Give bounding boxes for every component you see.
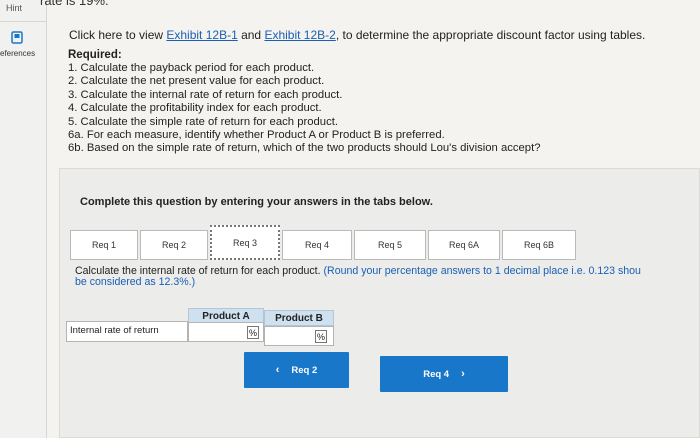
intro-suffix: , to determine the appropriate discount … (335, 28, 646, 42)
tab-label: Req 3 (232, 237, 258, 248)
percent-symbol: % (247, 326, 259, 339)
tab-req-4[interactable]: Req 4 (282, 230, 352, 260)
references-label[interactable]: eferences (0, 49, 35, 58)
tab-label: Req 2 (161, 240, 187, 250)
exhibit-12b-1-link[interactable]: Exhibit 12B-1 (166, 28, 237, 42)
book-icon[interactable] (11, 31, 24, 44)
hint-label: Hint (6, 3, 23, 13)
cut-off-text: rate is 19%. (40, 0, 109, 8)
tab-req-3[interactable]: Req 3 (210, 225, 280, 260)
product-b-cell: % (264, 326, 334, 346)
tab-label: Req 6A (448, 240, 480, 250)
complete-instruction: Complete this question by entering your … (80, 196, 433, 208)
product-a-irr-input[interactable] (191, 325, 243, 339)
next-req-button[interactable]: Req 4 › (380, 356, 508, 392)
required-item: 2. Calculate the net present value for e… (68, 75, 325, 88)
required-item: 3. Calculate the internal rate of return… (68, 88, 343, 101)
col-header-product-b: Product B (264, 310, 334, 326)
page: Hint eferences rate is 19%. Click here t… (0, 0, 700, 438)
tab-req-6a[interactable]: Req 6A (428, 230, 500, 260)
required-item: 6b. Based on the simple rate of return, … (68, 142, 541, 155)
intro-and: and (237, 28, 265, 42)
tab-req-5[interactable]: Req 5 (354, 230, 426, 260)
sidebar: Hint eferences (0, 0, 47, 438)
row-label-irr: Internal rate of return (66, 321, 188, 342)
tab-req-2[interactable]: Req 2 (140, 230, 208, 260)
col-header-text: Product A (202, 310, 250, 322)
tab-label: Req 6B (523, 240, 555, 250)
instruction-rounding-cont: be considered as 12.3%.) (75, 276, 196, 288)
prev-req-label: Req 2 (291, 364, 318, 376)
tab-label: Req 4 (304, 240, 330, 250)
tab-req-6b[interactable]: Req 6B (502, 230, 576, 260)
col-header-text: Product B (275, 312, 323, 324)
tab-instruction: Calculate the internal rate of return fo… (75, 266, 641, 288)
required-item: 1. Calculate the payback period for each… (68, 62, 315, 74)
required-list: 1. Calculate the payback period for each… (68, 62, 541, 156)
required-item: 5. Calculate the simple rate of return f… (68, 115, 339, 128)
product-b-irr-input[interactable] (267, 329, 319, 343)
exhibit-12b-2-link[interactable]: Exhibit 12B-2 (264, 28, 335, 42)
chevron-left-icon: ‹ (275, 364, 280, 376)
answer-panel (59, 168, 700, 438)
intro-prefix: Click here to view (69, 28, 167, 42)
tab-req-1[interactable]: Req 1 (70, 230, 138, 260)
tab-label: Req 5 (377, 240, 403, 250)
next-req-label: Req 4 (423, 368, 450, 380)
required-title: Required: (68, 49, 122, 61)
instruction-rounding: (Round your percentage answers to 1 deci… (323, 265, 641, 277)
tab-label: Req 1 (91, 240, 117, 250)
intro-text: Click here to view Exhibit 12B-1 and Exh… (69, 28, 645, 42)
chevron-right-icon: › (461, 368, 465, 380)
percent-symbol: % (315, 330, 327, 343)
req-tabs: Req 1 Req 2 Req 3 Req 4 Req 5 Req 6A Req… (70, 224, 700, 262)
required-item: 6a. For each measure, identify whether P… (68, 129, 445, 142)
product-a-cell: % (188, 322, 264, 342)
required-item: 4. Calculate the profitability index for… (68, 102, 322, 115)
prev-req-button[interactable]: ‹ Req 2 (244, 352, 349, 388)
